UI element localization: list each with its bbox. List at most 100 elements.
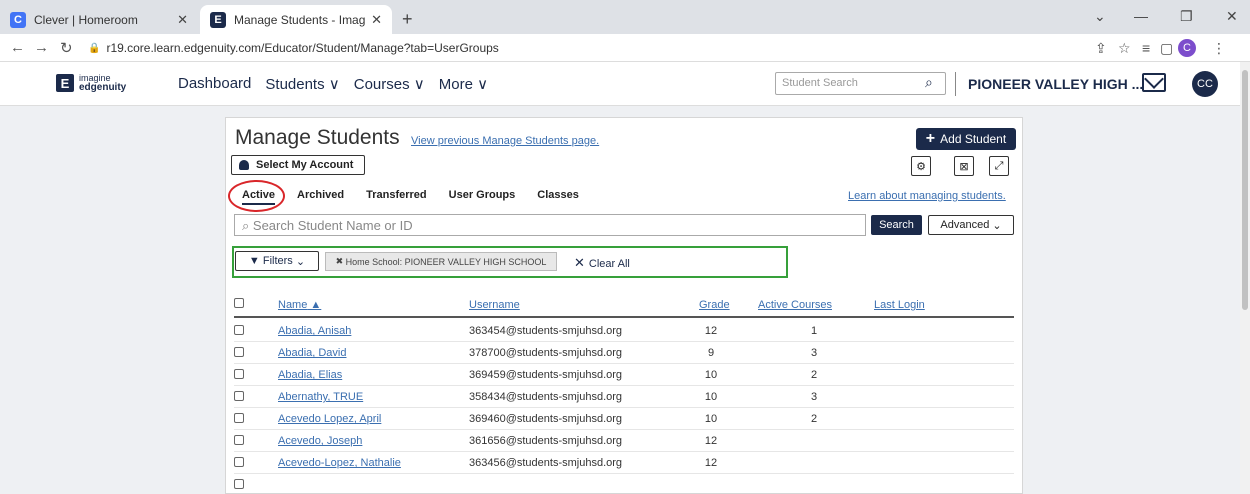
add-student-button[interactable]: + Add Student (916, 128, 1016, 150)
side-panel-icon[interactable]: ▢ (1160, 40, 1173, 57)
school-name[interactable]: PIONEER VALLEY HIGH ... (968, 76, 1143, 92)
tab-search-icon[interactable]: ⌄ (1094, 8, 1106, 25)
chevron-down-icon: ⌄ (295, 255, 306, 268)
student-name-link[interactable]: Acevedo Lopez, April (278, 413, 381, 425)
table-row: Abernathy, TRUE 358434@students-smjuhsd.… (234, 386, 1014, 408)
person-icon (239, 160, 249, 170)
student-name-link[interactable]: Abadia, David (278, 347, 347, 359)
table-row: Abadia, Elias 369459@students-smjuhsd.or… (234, 364, 1014, 386)
search-icon[interactable]: ⌕ (925, 74, 933, 91)
edgenuity-icon: E (210, 11, 226, 28)
browser-tab-manage-students[interactable]: E Manage Students - Imagine Edg ✕ (200, 5, 392, 34)
user-avatar[interactable]: CC (1192, 71, 1218, 97)
close-icon[interactable]: ✕ (177, 12, 188, 28)
mail-icon[interactable] (1142, 73, 1166, 92)
username-cell: 363454@students-smjuhsd.org (469, 325, 623, 337)
table-row: Acevedo-Lopez, Nathalie 363456@students-… (234, 452, 1014, 474)
settings-icon[interactable]: ⚙ (911, 156, 931, 176)
select-all-checkbox[interactable] (234, 298, 244, 308)
student-name-link[interactable]: Acevedo, Joseph (278, 435, 362, 447)
browser-tab-clever[interactable]: C Clever | Homeroom ✕ (0, 5, 198, 34)
reading-list-icon[interactable]: ≡ (1142, 40, 1150, 56)
browser-tab-strip: C Clever | Homeroom ✕ E Manage Students … (0, 0, 1250, 34)
table-row: Acevedo Lopez, April 369460@students-smj… (234, 408, 1014, 430)
student-name-link[interactable]: Abadia, Elias (278, 369, 342, 381)
search-button[interactable]: Search (871, 215, 922, 235)
row-checkbox[interactable] (234, 435, 244, 445)
scrollbar-thumb[interactable] (1242, 70, 1248, 310)
share-icon[interactable]: ⇪ (1095, 40, 1107, 57)
nav-dashboard[interactable]: Dashboard (178, 75, 251, 93)
highlight-circle (228, 180, 285, 212)
tab-archived[interactable]: Archived (297, 189, 344, 205)
reload-icon[interactable]: ↻ (60, 39, 73, 57)
clear-all-button[interactable]: ✕ Clear All (574, 255, 630, 271)
window-close-icon[interactable]: ✕ (1226, 8, 1238, 25)
tab-user-groups[interactable]: User Groups (449, 189, 516, 205)
column-header-name[interactable]: Name ▲ (278, 299, 321, 311)
filters-button[interactable]: ▼ Filters ⌄ (235, 251, 319, 271)
column-header-active-courses[interactable]: Active Courses (758, 299, 832, 311)
nav-courses[interactable]: Courses ∨ (354, 75, 425, 93)
student-name-search-input[interactable]: ⌕ Search Student Name or ID (234, 214, 866, 236)
row-checkbox[interactable] (234, 457, 244, 467)
search-icon: ⌕ (242, 218, 253, 233)
username-cell: 361656@students-smjuhsd.org (469, 435, 623, 447)
nav-students[interactable]: Students ∨ (265, 75, 339, 93)
row-checkbox[interactable] (234, 391, 244, 401)
student-status-tabs: Active Archived Transferred User Groups … (242, 189, 601, 205)
grade-cell: 12 (704, 457, 718, 469)
column-header-username[interactable]: Username (469, 299, 520, 311)
menu-kebab-icon[interactable]: ⋮ (1212, 40, 1226, 57)
column-header-grade[interactable]: Grade (699, 299, 730, 311)
clever-icon: C (10, 11, 26, 28)
student-name-link[interactable]: Abernathy, TRUE (278, 391, 363, 403)
student-name-link[interactable]: Acevedo-Lopez, Nathalie (278, 457, 401, 469)
forward-icon[interactable]: → (34, 39, 49, 56)
lock-icon: 🔒 (88, 42, 101, 54)
maximize-icon[interactable]: ❐ (1180, 8, 1193, 25)
student-search-input[interactable]: Student Search (775, 72, 946, 95)
profile-avatar[interactable]: C (1178, 39, 1196, 57)
student-name-link[interactable]: Abadia, Anisah (278, 325, 351, 337)
new-tab-icon[interactable]: + (402, 9, 413, 30)
tab-classes[interactable]: Classes (537, 189, 579, 205)
row-checkbox[interactable] (234, 325, 244, 335)
row-checkbox[interactable] (234, 369, 244, 379)
expand-icon[interactable]: ⤢ (989, 156, 1009, 176)
back-icon[interactable]: ← (10, 39, 25, 56)
select-my-account-button[interactable]: Select My Account (231, 155, 365, 175)
grade-cell: 9 (707, 347, 715, 359)
edgenuity-logo[interactable]: E imagine edgenuity (56, 73, 127, 93)
manage-students-panel: Manage Students View previous Manage Stu… (225, 117, 1023, 494)
address-bar-row: ← → ↻ 🔒 r19.core.learn.edgenuity.com/Edu… (0, 34, 1250, 62)
row-checkbox[interactable] (234, 413, 244, 423)
url-bar[interactable]: 🔒 r19.core.learn.edgenuity.com/Educator/… (88, 37, 1068, 59)
export-excel-icon[interactable]: ⊠ (954, 156, 974, 176)
main-nav: Dashboard Students ∨ Courses ∨ More ∨ (178, 75, 502, 93)
username-cell: 369460@students-smjuhsd.org (469, 413, 623, 425)
previous-page-link[interactable]: View previous Manage Students page. (411, 135, 599, 147)
table-header: Name ▲ Username Grade Active Courses Las… (234, 293, 1014, 318)
remove-filter-icon[interactable]: ✖ (336, 256, 346, 267)
nav-more[interactable]: More ∨ (439, 75, 488, 93)
table-row-partial (234, 474, 1014, 494)
active-courses-cell: 3 (810, 347, 818, 359)
table-row: Abadia, David 378700@students-smjuhsd.or… (234, 342, 1014, 364)
filter-chip[interactable]: ✖ Home School: PIONEER VALLEY HIGH SCHOO… (325, 252, 557, 271)
username-cell: 378700@students-smjuhsd.org (469, 347, 623, 359)
app-header: E imagine edgenuity Dashboard Students ∨ … (0, 62, 1240, 106)
active-courses-cell: 3 (810, 391, 818, 403)
tab-transferred[interactable]: Transferred (366, 189, 427, 205)
learn-more-link[interactable]: Learn about managing students. (848, 190, 1006, 202)
username-cell: 369459@students-smjuhsd.org (469, 369, 623, 381)
bookmark-star-icon[interactable]: ☆ (1118, 40, 1131, 57)
advanced-button[interactable]: Advanced ⌄ (928, 215, 1014, 235)
logo-text: imagine edgenuity (79, 73, 127, 93)
tab-title: Clever | Homeroom (34, 12, 138, 27)
close-icon[interactable]: ✕ (371, 12, 382, 28)
row-checkbox[interactable] (234, 347, 244, 357)
row-checkbox[interactable] (234, 479, 244, 489)
minimize-icon[interactable]: — (1134, 8, 1148, 24)
column-header-last-login[interactable]: Last Login (874, 299, 925, 311)
